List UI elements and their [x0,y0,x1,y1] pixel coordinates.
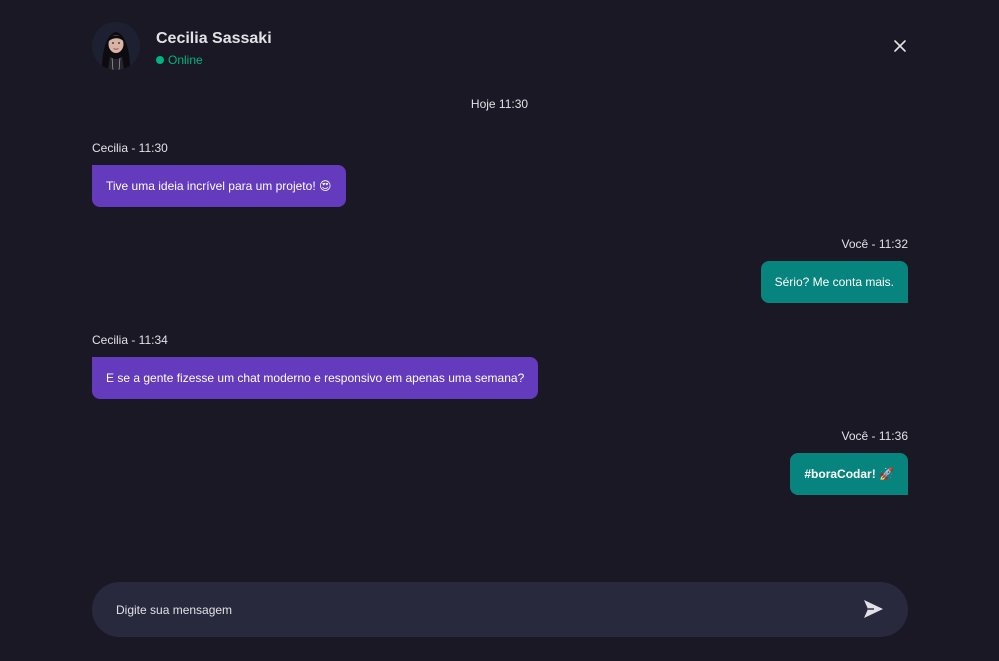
message-bubble: Sério? Me conta mais. [760,261,908,303]
close-button[interactable] [892,38,908,54]
avatar-photo-icon [92,22,140,70]
contact-name: Cecilia Sassaki [156,30,272,47]
send-icon [864,600,883,618]
message-outgoing: Você - 11:32 Sério? Me conta mais. [760,237,909,303]
message-composer [92,582,908,637]
chat-window: Cecilia Sassaki Online Hoje 11:30 Cecili… [0,0,999,661]
online-dot-icon [156,56,164,64]
day-separator: Hoje 11:30 [470,97,529,111]
message-outgoing: Você - 11:36 #boraCodar! 🚀 [790,429,908,495]
avatar[interactable] [92,22,140,70]
message-input[interactable] [116,582,836,637]
message-bubble: Tive uma ideia incrível para um projeto!… [92,165,346,207]
message-incoming: Cecilia - 11:30 Tive uma ideia incrível … [92,141,346,207]
send-button[interactable] [862,598,884,620]
message-meta: Você - 11:32 [841,237,909,251]
close-icon [894,40,906,52]
chat-header: Cecilia Sassaki Online [92,22,908,74]
message-incoming: Cecilia - 11:34 E se a gente fizesse um … [92,333,539,399]
message-meta: Você - 11:36 [841,429,909,443]
message-meta: Cecilia - 11:30 [92,141,168,155]
message-bubble: #boraCodar! 🚀 [790,453,908,495]
presence-status: Online [156,53,203,67]
message-meta: Cecilia - 11:34 [92,333,168,347]
status-label: Online [168,53,203,67]
message-bubble: E se a gente fizesse um chat moderno e r… [92,357,539,399]
